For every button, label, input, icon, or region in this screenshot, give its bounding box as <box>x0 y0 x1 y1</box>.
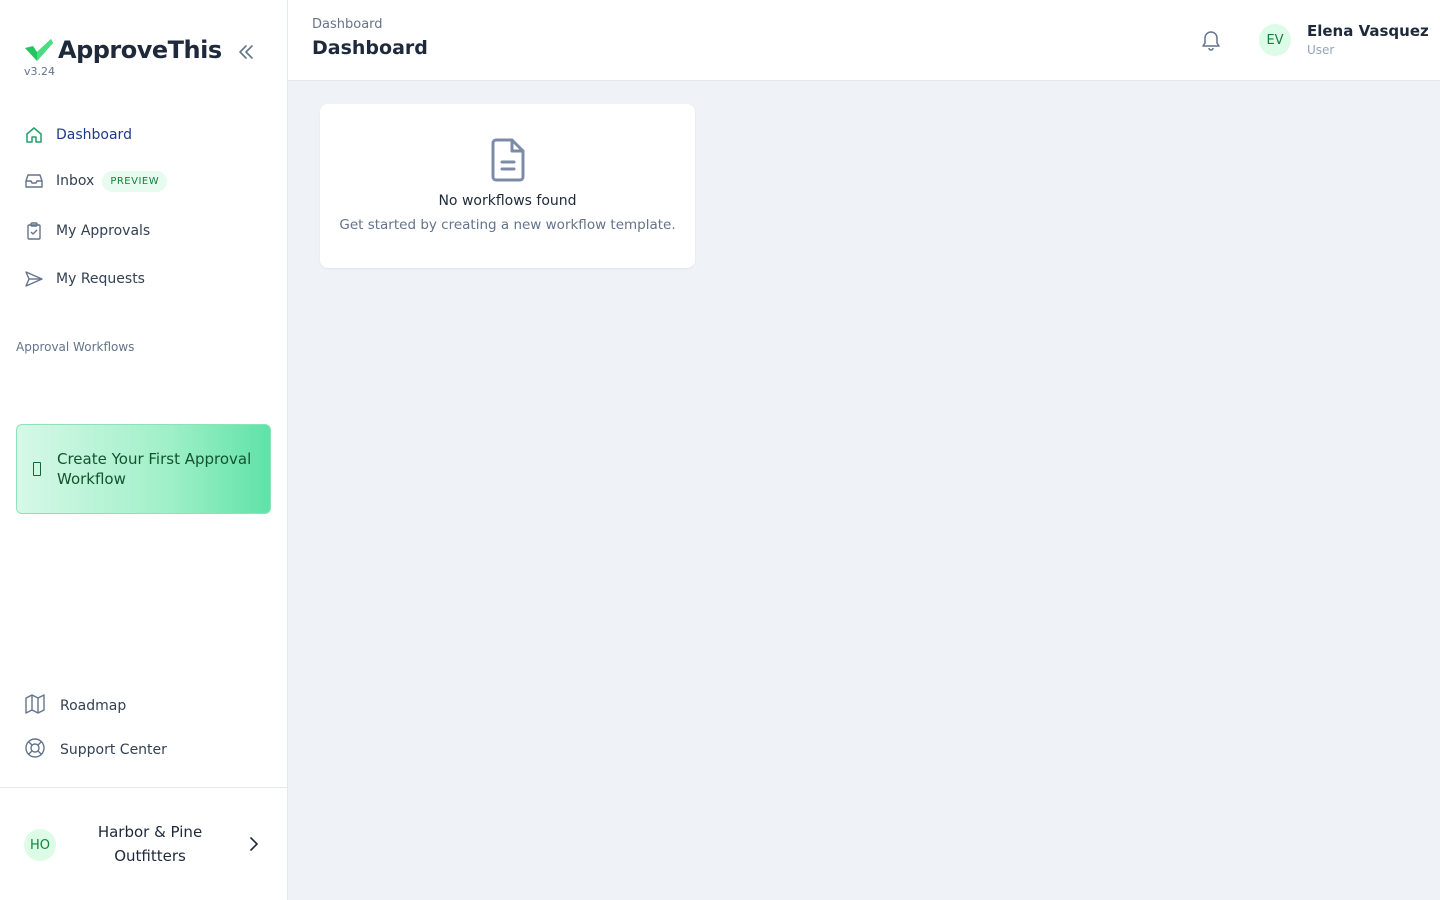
sidebar-item-my-approvals[interactable]: My Approvals <box>16 211 271 251</box>
sidebar-item-inbox[interactable]: Inbox PREVIEW <box>16 161 271 201</box>
sidebar: ApproveThis v3.24 Dashboard Inbox PREVIE… <box>0 0 288 900</box>
org-name: Harbor & Pine Outfitters <box>97 823 203 865</box>
sidebar-item-dashboard[interactable]: Dashboard <box>16 115 271 155</box>
empty-state-title: No workflows found <box>438 193 577 209</box>
empty-state-card: No workflows found Get started by creati… <box>320 104 695 268</box>
brand-logo[interactable]: ApproveThis <box>24 36 222 64</box>
send-icon <box>24 269 44 289</box>
page-title: Dashboard <box>312 37 428 59</box>
create-first-workflow-button[interactable]: Create Your First Approval Workflow <box>16 424 271 514</box>
org-avatar: HO <box>24 829 56 861</box>
home-icon <box>24 125 44 145</box>
user-avatar[interactable]: EV <box>1259 24 1291 56</box>
sidebar-item-my-requests[interactable]: My Requests <box>16 259 271 299</box>
chevron-right-icon <box>250 837 258 851</box>
sidebar-item-label: My Approvals <box>56 223 151 239</box>
approval-workflows-heading: Approval Workflows <box>16 340 135 354</box>
empty-state-subtitle: Get started by creating a new workflow t… <box>339 217 676 233</box>
support-center-label: Support Center <box>60 742 167 758</box>
lifebuoy-icon <box>24 737 46 763</box>
brand-name: ApproveThis <box>58 36 222 64</box>
sidebar-item-label: Inbox <box>56 173 95 189</box>
clipboard-check-icon <box>24 221 44 241</box>
breadcrumb[interactable]: Dashboard <box>312 17 383 32</box>
user-role: User <box>1307 43 1335 57</box>
collapse-sidebar-button[interactable] <box>234 40 258 64</box>
checkmark-logo-icon <box>25 39 53 61</box>
create-first-workflow-label: Create Your First Approval Workflow <box>57 450 252 488</box>
document-icon <box>491 138 525 182</box>
sidebar-item-label: Dashboard <box>56 127 132 143</box>
roadmap-label: Roadmap <box>60 698 127 714</box>
map-icon <box>24 693 46 719</box>
app-version: v3.24 <box>24 65 56 78</box>
support-center-link[interactable]: Support Center <box>16 732 271 768</box>
chevrons-left-icon <box>239 45 253 59</box>
organization-switcher[interactable]: HO Harbor & Pine Outfitters <box>0 787 287 900</box>
top-header: Dashboard Dashboard EV Elena Vasquez Use… <box>288 0 1440 81</box>
document-icon <box>33 462 41 476</box>
bell-icon[interactable] <box>1200 28 1222 52</box>
sidebar-item-label: My Requests <box>56 271 145 287</box>
inbox-icon <box>24 171 44 191</box>
user-name[interactable]: Elena Vasquez <box>1307 22 1429 40</box>
preview-badge: PREVIEW <box>102 170 168 192</box>
roadmap-link[interactable]: Roadmap <box>16 688 271 724</box>
